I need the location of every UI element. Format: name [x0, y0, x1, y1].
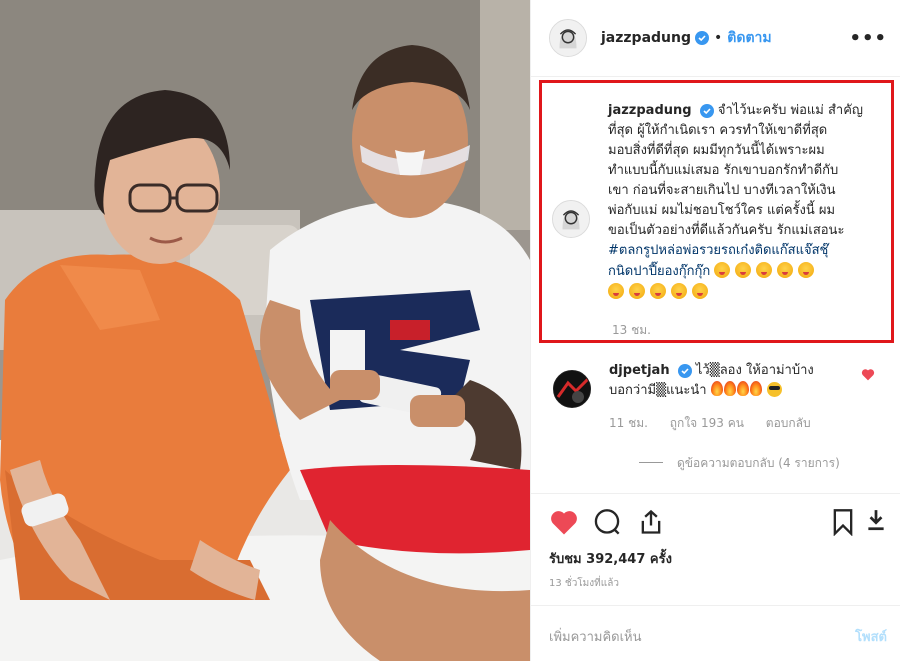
sunglasses-emoji-icon	[766, 382, 782, 397]
caption-line: มอบสิ่งที่ดีที่สุด ผมมีทุกวันนี้ได้เพราะ…	[608, 143, 825, 158]
action-bar: รับชม 392,447 ครั้ง 13 ชั่วโมงที่แล้ว	[531, 493, 900, 603]
comment-text: djpetjah ไว้▒ลอง ให้อาม่าบ้าง บอกว่ามี▒แ…	[609, 361, 859, 401]
kiss-emoji-icon	[756, 262, 773, 278]
share-icon[interactable]	[637, 508, 665, 540]
author-avatar[interactable]	[549, 19, 587, 57]
post-media[interactable]	[0, 0, 530, 661]
caption-avatar[interactable]	[552, 200, 590, 238]
verified-badge-icon	[695, 31, 709, 45]
kiss-emoji-icon	[798, 262, 815, 278]
caption-highlight-box: jazzpadung จำไว้นะครับ พ่อแม่ สำคัญ ที่ส…	[539, 80, 894, 343]
view-replies-button[interactable]: ดูข้อความตอบกลับ (4 รายการ)	[639, 454, 840, 473]
divider-line	[639, 462, 663, 463]
kiss-emoji-icon	[671, 283, 687, 299]
comment-composer: เพิ่มความคิดเห็น โพสต์	[531, 605, 900, 661]
caption-username[interactable]: jazzpadung	[608, 103, 692, 118]
comment-like-heart-icon[interactable]	[861, 366, 875, 385]
kiss-emoji-icon	[650, 283, 666, 299]
post-photo	[0, 0, 530, 661]
caption-line: ที่สุด ผู้ให้กำเนิดเรา ควรทำให้เขาดีที่ส…	[608, 123, 828, 138]
comment-timestamp[interactable]: 11 ชม.	[609, 416, 648, 430]
author-username[interactable]: jazzpadung	[601, 30, 691, 46]
caption-line: เขา ก่อนที่จะสายเกินไป บางทีเวลาให้เงิน	[608, 183, 836, 198]
kiss-emoji-icon	[777, 262, 794, 278]
caption-text: jazzpadung จำไว้นะครับ พ่อแม่ สำคัญ ที่ส…	[608, 101, 898, 303]
caption-timestamp[interactable]: 13 ชม.	[612, 321, 651, 340]
emoji-group	[714, 262, 819, 279]
reply-button[interactable]: ตอบกลับ	[766, 416, 811, 430]
download-icon[interactable]	[865, 508, 887, 536]
kiss-emoji-icon	[714, 262, 731, 278]
view-replies-label: ดูข้อความตอบกลับ (4 รายการ)	[677, 456, 840, 470]
kiss-emoji-icon	[608, 283, 624, 299]
action-icons-row	[547, 508, 887, 538]
comment-icon[interactable]	[593, 508, 621, 540]
post-comment-button[interactable]: โพสต์	[855, 626, 887, 647]
follow-button[interactable]: ติดตาม	[727, 27, 771, 49]
verified-badge-icon	[699, 104, 714, 118]
hashtag-link-cont[interactable]: กนิดปาปี๊ยองกุ๊กกุ๊ก	[608, 264, 710, 279]
kiss-emoji-icon	[629, 283, 645, 299]
post-header: jazzpadung • ติดตาม •••	[531, 0, 900, 77]
commenter-username[interactable]: djpetjah	[609, 363, 670, 378]
view-count[interactable]: รับชม 392,447 ครั้ง	[549, 548, 672, 569]
fire-emoji-icon	[710, 381, 723, 396]
caption-line: ขอเป็นตัวอย่างที่ดีแล้วกันครับ รักแม่เสอ…	[608, 223, 845, 238]
caption-line: ทำแบบนี้กับแม่เสมอ รักเขาบอกรักทำดีกับ	[608, 163, 839, 178]
commenter-avatar[interactable]	[553, 370, 591, 408]
fire-emoji-icon	[736, 381, 749, 396]
kiss-emoji-icon	[735, 262, 752, 278]
comment-likes[interactable]: ถูกใจ 193 คน	[670, 416, 744, 430]
post-sidebar: jazzpadung • ติดตาม ••• jazzpadung จำไว้…	[530, 0, 900, 661]
bookmark-icon[interactable]	[831, 508, 855, 540]
comment-line: บอกว่ามี▒แนะนำ	[609, 383, 707, 398]
kiss-emoji-icon	[692, 283, 708, 299]
comment-line: ไว้▒ลอง ให้อาม่าบ้าง	[695, 363, 814, 378]
comment-meta: 11 ชม. ถูกใจ 193 คน ตอบกลับ	[609, 414, 829, 433]
fire-emoji-icon	[723, 381, 736, 396]
verified-badge-icon	[677, 364, 692, 378]
heart-icon[interactable]	[549, 508, 579, 540]
more-options-icon[interactable]: •••	[849, 28, 887, 49]
post-age: 13 ชั่วโมงที่แล้ว	[549, 578, 619, 589]
hashtag-link[interactable]: #ตลกรูปหล่อพ่อรวยรถเก๋งติดแก๊สแจ๊สชุ๊	[608, 243, 828, 258]
fire-emoji-icon	[749, 381, 762, 396]
emoji-group	[608, 283, 713, 300]
comment-input[interactable]: เพิ่มความคิดเห็น	[549, 626, 642, 647]
caption-line: พ่อกับแม่ ผมไม่ชอบโชว์ใคร แต่ครั้งนี้ ผม	[608, 203, 836, 218]
separator-dot: •	[714, 30, 723, 46]
caption-line: จำไว้นะครับ พ่อแม่ สำคัญ	[717, 103, 863, 118]
